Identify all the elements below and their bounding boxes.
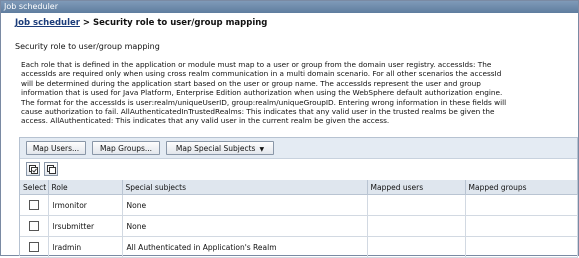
row-select-cell: [20, 215, 49, 237]
map-groups-button[interactable]: Map Groups...: [92, 141, 160, 155]
selection-toolbar: [20, 159, 577, 179]
action-toolbar: Map Users... Map Groups... Map Special S…: [20, 138, 577, 159]
role-cell: lrmonitor: [48, 194, 123, 216]
page-subtitle: Security role to user/group mapping: [15, 42, 160, 51]
special-subjects-cell: All Authenticated in Application's Realm: [122, 236, 368, 258]
description-line: Each role that is defined in the applica…: [21, 60, 492, 69]
deselect-all-icon[interactable]: [44, 162, 58, 176]
column-header-select[interactable]: Select: [20, 180, 49, 195]
description-line: information that is used for Java Platfo…: [21, 88, 503, 98]
map-special-subjects-button[interactable]: Map Special Subjects ▼: [166, 141, 274, 155]
role-cell: lradmin: [48, 236, 123, 258]
row-checkbox[interactable]: [28, 200, 39, 210]
description-line: access. AllAuthenticated: This indicates…: [21, 116, 390, 126]
column-header-mapped-groups[interactable]: Mapped groups: [465, 180, 578, 195]
role-cell: lrsubmitter: [48, 215, 123, 237]
chevron-down-icon: ▼: [259, 146, 265, 153]
table-row: lradmin All Authenticated in Application…: [20, 236, 578, 258]
column-header-role[interactable]: Role: [48, 180, 123, 195]
role-mapping-panel: Map Users... Map Groups... Map Special S…: [19, 137, 578, 258]
map-users-button[interactable]: Map Users...: [26, 141, 86, 155]
description-line: accessIds are required only when using c…: [21, 69, 502, 79]
mapped-groups-cell: [465, 236, 578, 258]
row-select-cell: [20, 194, 49, 216]
map-special-subjects-label: Map Special Subjects: [175, 144, 256, 153]
page-description: Each role that is defined in the applica…: [21, 60, 574, 126]
mapped-users-cell: [367, 194, 466, 216]
mapped-groups-cell: [465, 194, 578, 216]
select-all-icon[interactable]: [26, 162, 40, 176]
column-header-special-subjects[interactable]: Special subjects: [122, 180, 368, 195]
mapped-users-cell: [367, 215, 466, 237]
row-checkbox[interactable]: [28, 221, 39, 231]
row-checkbox[interactable]: [28, 242, 39, 252]
breadcrumb: Job scheduler > Security role to user/gr…: [15, 18, 267, 28]
row-select-cell: [20, 236, 49, 258]
breadcrumb-current: Security role to user/group mapping: [93, 18, 268, 28]
table-row: lrmonitor None: [20, 194, 578, 216]
special-subjects-cell: None: [122, 194, 368, 216]
special-subjects-cell: None: [122, 215, 368, 237]
column-header-mapped-users[interactable]: Mapped users: [367, 180, 466, 195]
role-mapping-table: Select Role Special subjects Mapped user…: [20, 180, 578, 258]
mapped-users-cell: [367, 236, 466, 258]
job-scheduler-window: Job scheduler Job scheduler > Security r…: [0, 0, 579, 258]
description-line: The format for the accessIds is user:rea…: [21, 97, 507, 107]
table-row: lrsubmitter None: [20, 215, 578, 237]
description-line: will be determined during the applicatio…: [21, 78, 481, 88]
breadcrumb-job-scheduler-link[interactable]: Job scheduler: [15, 18, 80, 28]
window-title: Job scheduler: [1, 1, 578, 13]
breadcrumb-separator: >: [79, 18, 94, 28]
table-header-row: Select Role Special subjects Mapped user…: [20, 180, 578, 195]
mapped-groups-cell: [465, 215, 578, 237]
description-line: cause authorization to fail. AllAuthenti…: [21, 107, 495, 117]
